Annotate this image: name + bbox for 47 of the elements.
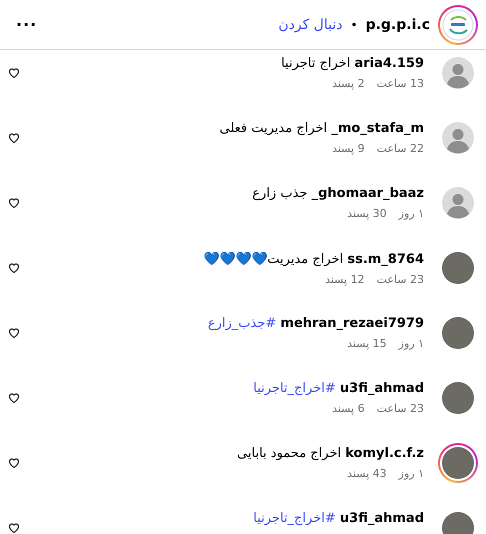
heart-icon[interactable] — [8, 457, 20, 469]
logo-icon — [442, 8, 474, 40]
username[interactable]: u3fi_ahmad — [340, 511, 424, 526]
account-name[interactable]: p.g.p.i.c — [366, 16, 430, 32]
avatar-photo-placeholder[interactable] — [442, 317, 474, 349]
comment-time[interactable]: 23 ساعت — [376, 273, 424, 286]
likes-count[interactable]: 15 پسند — [347, 337, 387, 350]
separator-dot: • — [350, 18, 358, 32]
username[interactable]: mo_stafa_m_ — [331, 121, 424, 136]
username[interactable]: mehran_rezaei7979 — [280, 316, 424, 331]
username[interactable]: komyl.c.f.z — [345, 446, 424, 461]
comment-time[interactable]: ۱ روز — [398, 467, 424, 480]
heart-icon[interactable] — [8, 392, 20, 404]
likes-count[interactable]: 2 پسند — [332, 77, 365, 90]
comment-time[interactable]: ۱ روز — [398, 207, 424, 220]
heart-icon[interactable] — [8, 132, 20, 144]
likes-count[interactable]: 12 پسند — [325, 273, 365, 286]
more-options-button[interactable]: ··· — [12, 15, 42, 34]
likes-count[interactable]: 30 پسند — [347, 207, 387, 220]
heart-icon[interactable] — [8, 327, 20, 339]
story-ring[interactable] — [438, 4, 478, 44]
comment-time[interactable]: 22 ساعت — [376, 142, 424, 155]
comment-text: اخراج محمود بابایی — [237, 446, 342, 461]
hashtag-link[interactable]: #جذب_زارع — [208, 316, 276, 331]
comment-time[interactable]: ۱ روز — [398, 337, 424, 350]
comment-text: اخراج مدیریت فعلی — [219, 121, 328, 136]
hashtag-link[interactable]: #اخراج_تاجرنیا — [253, 381, 336, 396]
username[interactable]: u3fi_ahmad — [340, 381, 424, 396]
likes-count[interactable]: 9 پسند — [332, 142, 365, 155]
heart-icon[interactable] — [8, 262, 20, 274]
likes-count[interactable]: 43 پسند — [347, 467, 387, 480]
comment-text: اخراج مدیریت💙💙💙💙 — [203, 252, 344, 267]
comment-time[interactable]: 13 ساعت — [376, 77, 424, 90]
avatar-photo-placeholder[interactable] — [442, 252, 474, 284]
comment-time[interactable]: 23 ساعت — [376, 402, 424, 415]
likes-count[interactable]: 6 پسند — [332, 402, 365, 415]
heart-icon[interactable] — [8, 67, 20, 79]
comment-text: جذب زارع — [252, 186, 308, 201]
follow-button[interactable]: دنبال کردن — [278, 16, 342, 32]
heart-icon[interactable] — [8, 197, 20, 209]
username[interactable]: ss.m_8764 — [347, 252, 424, 267]
avatar-photo-placeholder[interactable] — [442, 382, 474, 414]
heart-icon[interactable] — [8, 522, 20, 534]
username[interactable]: aria4.159 — [354, 56, 424, 71]
username[interactable]: ghomaar_baaz_ — [312, 186, 424, 201]
comment-text: اخراج تاجرنیا — [281, 56, 350, 71]
hashtag-link[interactable]: #اخراج_تاجرنیا — [253, 511, 336, 526]
